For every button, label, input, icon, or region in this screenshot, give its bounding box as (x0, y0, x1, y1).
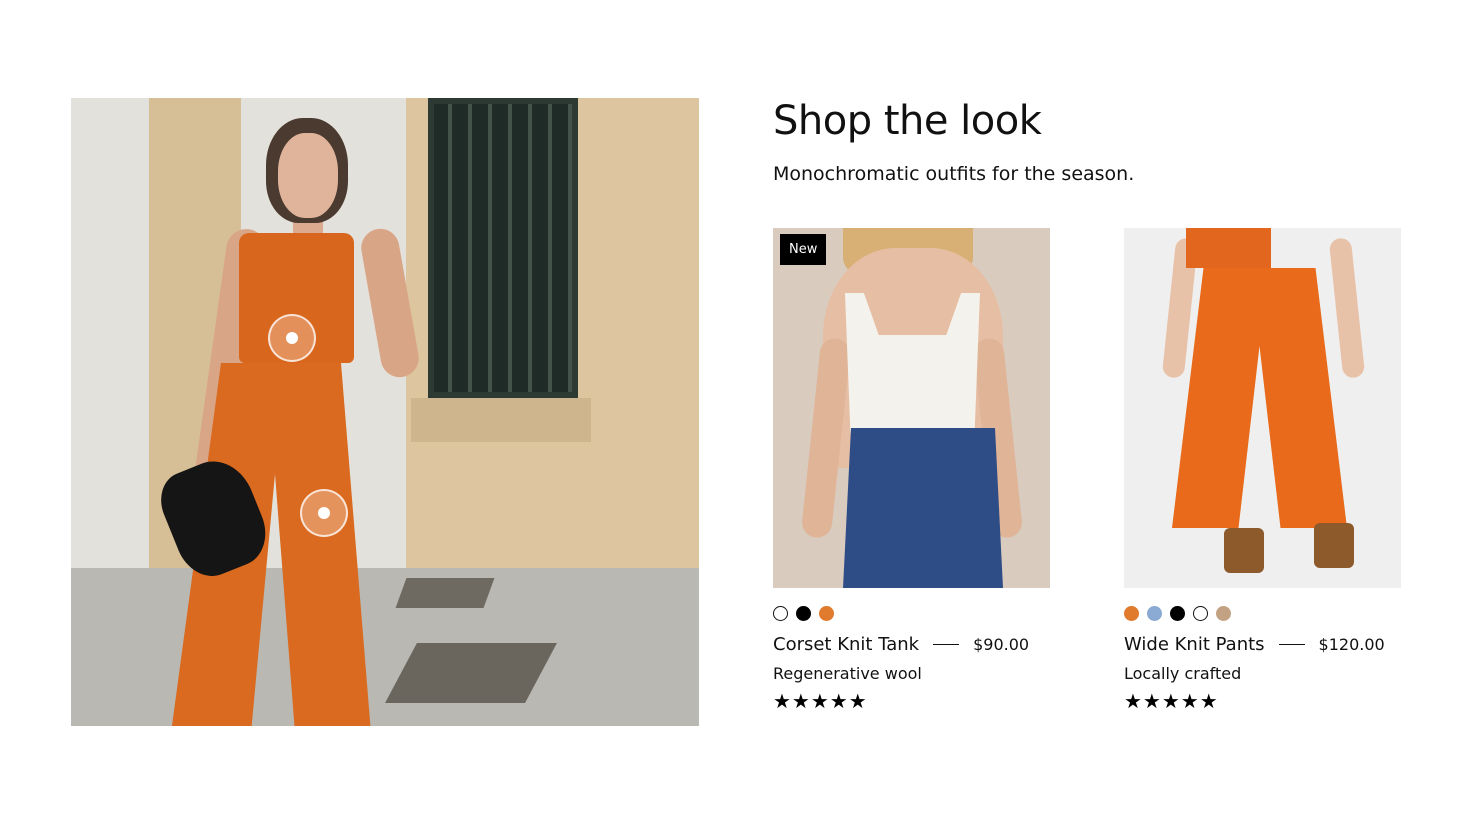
barred-window (428, 98, 578, 398)
swatch-beige[interactable] (1216, 606, 1231, 621)
product-description: Locally crafted (1124, 664, 1242, 683)
swatch-white[interactable] (1193, 606, 1208, 621)
section-title: Shop the look (773, 98, 1042, 144)
product-image[interactable] (1124, 228, 1401, 588)
star-rating: ★★★★★ (773, 689, 868, 713)
title-row: Corset Knit Tank $90.00 (773, 634, 1050, 655)
product-card-wide-knit-pants[interactable]: Wide Knit Pants $120.00 Locally crafted … (1124, 228, 1401, 713)
swatch-black[interactable] (1170, 606, 1185, 621)
divider-dash (1278, 644, 1305, 645)
product-price: $90.00 (973, 635, 1030, 654)
swatch-black[interactable] (796, 606, 811, 621)
divider-dash (933, 644, 960, 645)
hotspot-top[interactable] (268, 314, 316, 362)
title-row: Wide Knit Pants $120.00 (1124, 634, 1401, 655)
swatch-white[interactable] (773, 606, 788, 621)
color-swatches (773, 606, 1050, 622)
product-price: $120.00 (1318, 635, 1385, 654)
star-rating: ★★★★★ (1124, 689, 1219, 713)
product-description: Regenerative wool (773, 664, 922, 683)
section-subtitle: Monochromatic outfits for the season. (773, 163, 1135, 185)
swatch-orange[interactable] (819, 606, 834, 621)
drain-grate (395, 578, 495, 608)
swatch-blue[interactable] (1147, 606, 1162, 621)
product-image[interactable]: New (773, 228, 1050, 588)
swatch-orange[interactable] (1124, 606, 1139, 621)
lookbook-image (71, 98, 699, 726)
model-face (278, 133, 338, 218)
new-badge: New (780, 234, 827, 265)
product-name[interactable]: Wide Knit Pants (1124, 634, 1265, 655)
color-swatches (1124, 606, 1401, 622)
hotspot-pants[interactable] (300, 489, 348, 537)
window-sill (411, 398, 591, 442)
product-name[interactable]: Corset Knit Tank (773, 634, 919, 655)
product-card-corset-knit-tank[interactable]: New Corset Knit Tank $90.00 Regenerative… (773, 228, 1050, 713)
